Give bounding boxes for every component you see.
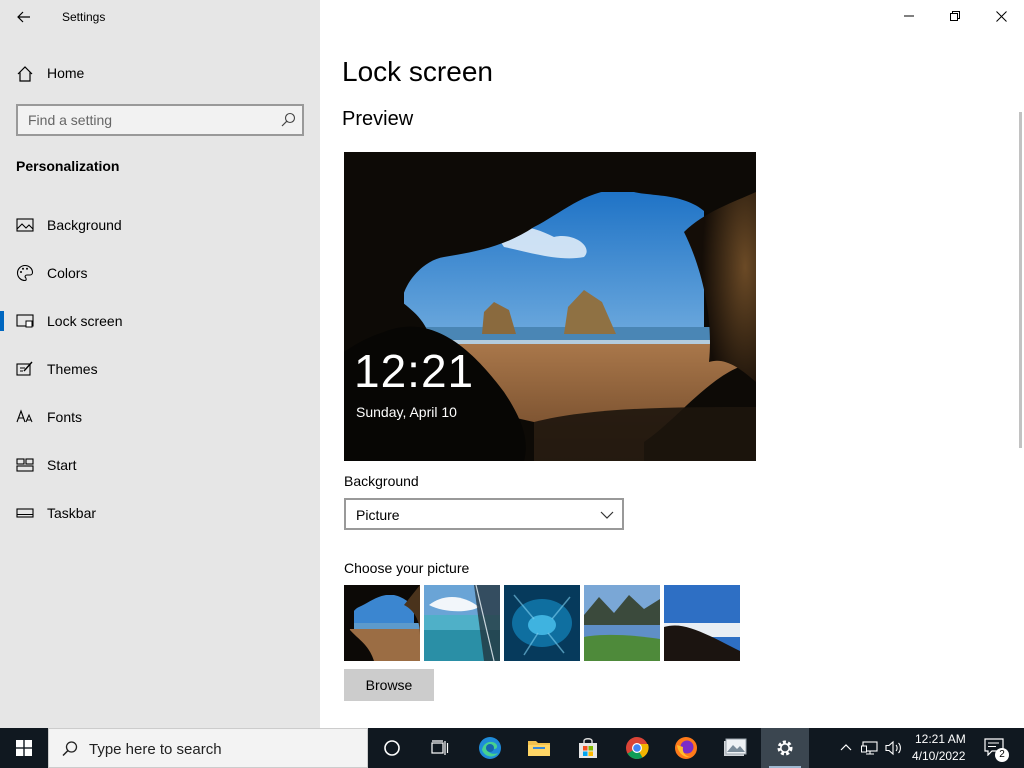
underwater-thumbnail-image (504, 585, 580, 661)
title-bar: Settings (0, 0, 320, 34)
settings-taskbar-app[interactable] (761, 728, 809, 768)
sidebar-item-start[interactable]: Start (0, 445, 320, 485)
restore-button[interactable] (932, 0, 978, 32)
picture-thumbnail-hilltop-clouds[interactable] (664, 585, 740, 661)
gear-icon (777, 740, 793, 756)
app-title: Settings (62, 10, 106, 24)
chrome-icon (626, 737, 649, 759)
sidebar-item-label: Background (47, 217, 122, 233)
home-label: Home (47, 65, 85, 81)
sidebar: Settings Home Personalization Background… (0, 0, 320, 728)
picture-icon (16, 218, 34, 232)
window-controls (886, 0, 1024, 32)
sidebar-item-taskbar[interactable]: Taskbar (0, 493, 320, 533)
home-nav-item[interactable]: Home (0, 56, 320, 90)
beach-cave-thumbnail-image (344, 585, 420, 661)
sidebar-item-background[interactable]: Background (0, 205, 320, 245)
minimize-button[interactable] (886, 0, 932, 32)
taskbar: Type here to search 12:21 AM 4/10/2022 2 (0, 728, 1024, 768)
sidebar-item-label: Colors (47, 265, 88, 281)
palette-icon (17, 264, 34, 282)
home-icon (17, 66, 33, 82)
sidebar-item-label: Taskbar (47, 505, 97, 521)
network-tray-button[interactable] (860, 738, 880, 758)
photos-taskbar-app[interactable] (711, 728, 759, 768)
background-label: Background (344, 473, 419, 489)
back-arrow-icon (17, 11, 30, 23)
sidebar-item-label: Fonts (47, 409, 83, 425)
scrollbar[interactable] (1019, 112, 1022, 448)
background-dropdown[interactable]: Picture (344, 498, 624, 530)
speaker-icon (885, 740, 901, 756)
back-button[interactable] (6, 2, 42, 32)
close-icon (995, 10, 1007, 22)
start-button[interactable] (0, 728, 48, 768)
network-icon (861, 741, 878, 755)
chevron-down-icon (600, 511, 614, 519)
edge-taskbar-app[interactable] (466, 728, 514, 768)
lock-screen-icon (16, 314, 34, 328)
store-taskbar-app[interactable] (564, 728, 612, 768)
browse-button[interactable]: Browse (344, 669, 434, 701)
file-explorer-taskbar-app[interactable] (515, 728, 563, 768)
sidebar-item-label: Themes (47, 361, 98, 377)
picture-thumbnail-mountain-lake[interactable] (584, 585, 660, 661)
preview-date: Sunday, April 10 (356, 404, 457, 420)
taskbar-icon (16, 508, 34, 518)
cortana-icon (384, 740, 400, 756)
task-view-button[interactable] (416, 728, 464, 768)
picture-thumbnail-underwater[interactable] (504, 585, 580, 661)
chrome-taskbar-app[interactable] (613, 728, 661, 768)
sidebar-item-label: Lock screen (47, 313, 123, 329)
search-icon[interactable] (280, 112, 296, 128)
section-label: Personalization (16, 158, 120, 174)
choose-picture-label: Choose your picture (344, 560, 470, 576)
start-icon (16, 458, 34, 472)
preview-clock: 12:21 (354, 345, 475, 397)
glass-water-thumbnail-image (424, 585, 500, 661)
taskbar-search-placeholder: Type here to search (89, 741, 222, 758)
firefox-icon (675, 737, 697, 759)
minimize-icon (904, 15, 914, 17)
hilltop-clouds-thumbnail-image (664, 585, 740, 661)
action-center-button[interactable]: 2 (978, 728, 1018, 768)
folder-icon (528, 741, 550, 756)
edge-icon (479, 737, 501, 759)
taskbar-clock-date[interactable]: 4/10/2022 (912, 749, 965, 763)
sidebar-item-themes[interactable]: Themes (0, 349, 320, 389)
taskbar-clock-time[interactable]: 12:21 AM (915, 732, 966, 746)
taskbar-search-box[interactable]: Type here to search (48, 728, 368, 768)
fonts-icon (16, 409, 33, 423)
cortana-button[interactable] (368, 728, 416, 768)
preview-heading: Preview (342, 108, 414, 130)
firefox-taskbar-app[interactable] (662, 728, 710, 768)
sidebar-item-lock-screen[interactable]: Lock screen (0, 301, 320, 341)
restore-icon (950, 11, 960, 21)
sidebar-item-fonts[interactable]: Fonts (0, 397, 320, 437)
store-bag-icon (579, 738, 597, 758)
chevron-up-icon (840, 744, 852, 751)
background-dropdown-value: Picture (356, 507, 400, 523)
search-icon (62, 741, 78, 757)
photos-icon (724, 738, 747, 756)
themes-icon (16, 361, 33, 376)
notification-count-badge: 2 (995, 748, 1009, 762)
close-button[interactable] (978, 0, 1024, 32)
task-view-icon (431, 740, 449, 755)
picture-thumbnail-glass-water[interactable] (424, 585, 500, 661)
picture-thumbnail-beach-cave[interactable] (344, 585, 420, 661)
settings-search-input[interactable] (18, 106, 274, 134)
page-title: Lock screen (342, 56, 493, 87)
sidebar-item-label: Start (47, 457, 77, 473)
settings-search-box[interactable] (16, 104, 304, 136)
show-hidden-icons-button[interactable] (836, 738, 856, 758)
lock-screen-preview: 12:21 Sunday, April 10 (344, 152, 756, 461)
volume-tray-button[interactable] (884, 738, 904, 758)
active-indicator (0, 311, 4, 331)
mountain-lake-thumbnail-image (584, 585, 660, 661)
windows-logo-icon (16, 740, 32, 756)
sidebar-item-colors[interactable]: Colors (0, 253, 320, 293)
